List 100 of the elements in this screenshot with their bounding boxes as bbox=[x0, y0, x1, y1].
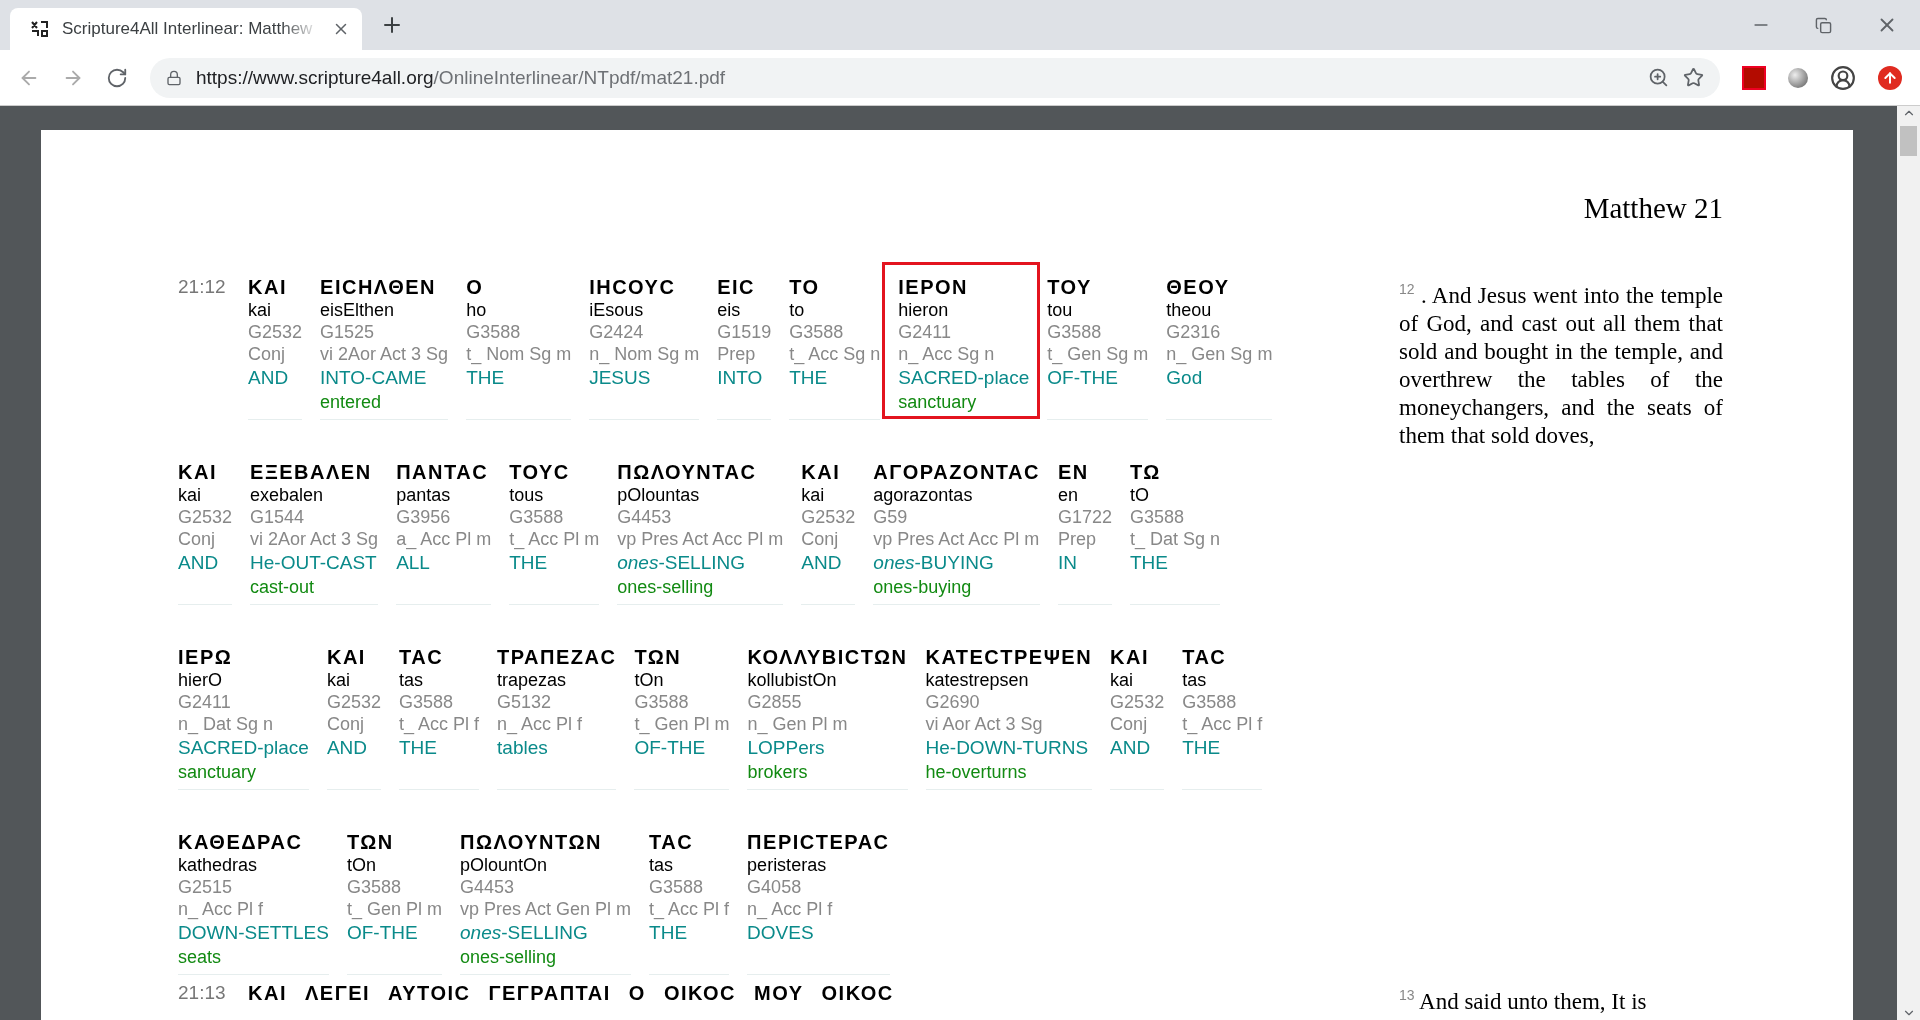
gloss-text: AND bbox=[248, 366, 290, 390]
greek-word: ΑΥΤΟΙϹ bbox=[388, 981, 471, 1005]
gloss-text: THE bbox=[789, 366, 829, 390]
gloss-text: SACRED-place bbox=[898, 366, 1030, 390]
parsing-label: vi Aor Act 3 Sg bbox=[925, 713, 1044, 735]
strong-number: G3588 bbox=[649, 876, 705, 898]
extension-icon[interactable] bbox=[1788, 67, 1808, 88]
transliteration: kai bbox=[248, 299, 272, 321]
gloss-text: LOPPers bbox=[747, 736, 826, 760]
restore-icon[interactable] bbox=[1815, 16, 1832, 34]
greek-word: ΚΟΛΛΥΒΙϹΤΩΝ bbox=[747, 645, 908, 669]
meaning-text: ones-selling bbox=[460, 946, 558, 968]
star-icon[interactable] bbox=[1683, 67, 1704, 88]
chapter-title: Matthew 21 bbox=[1582, 192, 1723, 225]
update-icon[interactable] bbox=[1878, 65, 1902, 90]
strong-number: G2855 bbox=[747, 691, 803, 713]
strong-number: G4453 bbox=[460, 876, 516, 898]
transliteration: katestrepsen bbox=[925, 669, 1030, 691]
greek-word: ΤΟΥϹ bbox=[509, 460, 571, 484]
gloss-text: AND bbox=[178, 551, 220, 575]
strong-number: G1519 bbox=[717, 321, 772, 343]
greek-word: ΟΙΚΟϹ bbox=[821, 981, 894, 1005]
greek-word: ΕΙϹΗΛΘΕΝ bbox=[320, 275, 437, 299]
transliteration: to bbox=[789, 299, 806, 321]
greek-word: ΑΓΟΡΑΖΟΝΤΑϹ bbox=[873, 460, 1040, 484]
meaning-text: seats bbox=[178, 946, 223, 968]
parsing-label: vp Pres Act Acc Pl m bbox=[617, 528, 784, 550]
transliteration: tas bbox=[1182, 669, 1208, 691]
gloss-text: INTO-CAME bbox=[320, 366, 428, 390]
transliteration: pOlountOn bbox=[460, 854, 549, 876]
scrollbar[interactable] bbox=[1897, 106, 1920, 1020]
strong-number: G2316 bbox=[1166, 321, 1222, 343]
account-icon[interactable] bbox=[1830, 64, 1856, 91]
transliteration: kai bbox=[326, 669, 351, 691]
transliteration: tous bbox=[509, 484, 545, 506]
greek-word: ΟΙΚΟϹ bbox=[663, 981, 736, 1005]
strong-number: G2532 bbox=[801, 506, 856, 528]
parsing-label: vp Pres Act Acc Pl m bbox=[873, 528, 1040, 550]
strong-number: G4453 bbox=[617, 506, 673, 528]
strong-number: G1544 bbox=[250, 506, 306, 528]
strong-number: G2690 bbox=[925, 691, 981, 713]
browser-tab[interactable]: Scripture4All Interlinear: Matthew bbox=[10, 8, 362, 50]
transliteration: tas bbox=[399, 669, 424, 691]
parsing-label: Conj bbox=[326, 713, 365, 735]
parsing-label: n_ Gen Sg m bbox=[1166, 343, 1273, 365]
greek-word: ΤΑϹ bbox=[399, 645, 445, 669]
transliteration: en bbox=[1057, 484, 1079, 506]
gloss-text: ones-SELLING bbox=[460, 921, 589, 945]
greek-word: ΚΑΙ bbox=[326, 645, 367, 669]
pdf-extension-icon[interactable] bbox=[1742, 65, 1766, 90]
transliteration: exebalen bbox=[250, 484, 325, 506]
parsing-label: t_ Gen Sg m bbox=[1047, 343, 1149, 365]
gloss-text: He-DOWN-TURNS bbox=[925, 736, 1090, 760]
parsing-label: t_ Acc Pl m bbox=[509, 528, 600, 550]
strong-number: G3588 bbox=[346, 876, 402, 898]
gloss-text: THE bbox=[509, 551, 549, 575]
transliteration: iEsous bbox=[589, 299, 645, 321]
address-bar[interactable]: https://www.scripture4all.org/OnlineInterlinear/NTpdf/mat21.pdf bbox=[150, 57, 1720, 98]
parsing-label: vi 2Aor Act 3 Sg bbox=[250, 528, 379, 550]
gloss-text: AND bbox=[326, 736, 369, 760]
gloss-text: ALL bbox=[396, 551, 431, 575]
gloss-text: INTO bbox=[717, 366, 764, 390]
gloss-text: AND bbox=[1110, 736, 1152, 760]
greek-word: ΕΙϹ bbox=[717, 275, 757, 299]
strong-number: G3588 bbox=[634, 691, 690, 713]
verse-text: $^{12}$ . And Jesus went into the temple of God, and cast out all them that sold and bought in the temple, and overthrew the tables of the moneychangers, and the seats of them that sold doves, bbox=[1399, 280, 1723, 450]
transliteration: trapezas bbox=[497, 669, 568, 691]
meaning-text: ones-selling bbox=[617, 576, 715, 598]
transliteration: tas bbox=[649, 854, 675, 876]
gloss-text: THE bbox=[466, 366, 506, 390]
strong-number: G3588 bbox=[466, 321, 522, 343]
greek-word: ΙΕΡΟΝ bbox=[898, 275, 970, 299]
strong-number: G2532 bbox=[1110, 691, 1165, 713]
strong-number: G4058 bbox=[747, 876, 803, 898]
strong-number: G59 bbox=[873, 506, 909, 528]
gloss-text: THE bbox=[1182, 736, 1222, 760]
meaning-text: cast-out bbox=[250, 576, 316, 598]
transliteration: agorazontas bbox=[873, 484, 974, 506]
parsing-label: a_ Acc Pl m bbox=[396, 528, 492, 550]
greek-word: ΤΩΝ bbox=[634, 645, 683, 669]
meaning-text: brokers bbox=[747, 761, 809, 783]
transliteration: eis bbox=[717, 299, 742, 321]
site-logo-icon bbox=[30, 20, 50, 38]
gloss-text: SACRED-place bbox=[178, 736, 309, 760]
gloss-text: OF-THE bbox=[634, 736, 707, 760]
gloss-text: DOVES bbox=[747, 921, 815, 945]
zoom-icon[interactable] bbox=[1648, 67, 1669, 88]
transliteration: tO bbox=[1130, 484, 1151, 506]
greek-word: ΓΕΓΡΑΠΤΑΙ bbox=[488, 981, 611, 1005]
greek-word: ΜΟΥ bbox=[754, 981, 804, 1005]
greek-word: ΙΕΡΩ bbox=[178, 645, 234, 669]
greek-word: ΚΑΙ bbox=[248, 981, 287, 1005]
transliteration: kai bbox=[178, 484, 202, 506]
verse-text: $^{13}$ And said unto them, It is bbox=[1399, 986, 1648, 1016]
greek-word: Ο bbox=[628, 981, 646, 1005]
scroll-thumb[interactable] bbox=[1900, 126, 1917, 156]
parsing-label: n_ Acc Pl f bbox=[178, 898, 265, 920]
strong-number: G5132 bbox=[497, 691, 553, 713]
meaning-text: he-overturns bbox=[925, 761, 1028, 783]
reload-icon[interactable] bbox=[106, 66, 128, 89]
